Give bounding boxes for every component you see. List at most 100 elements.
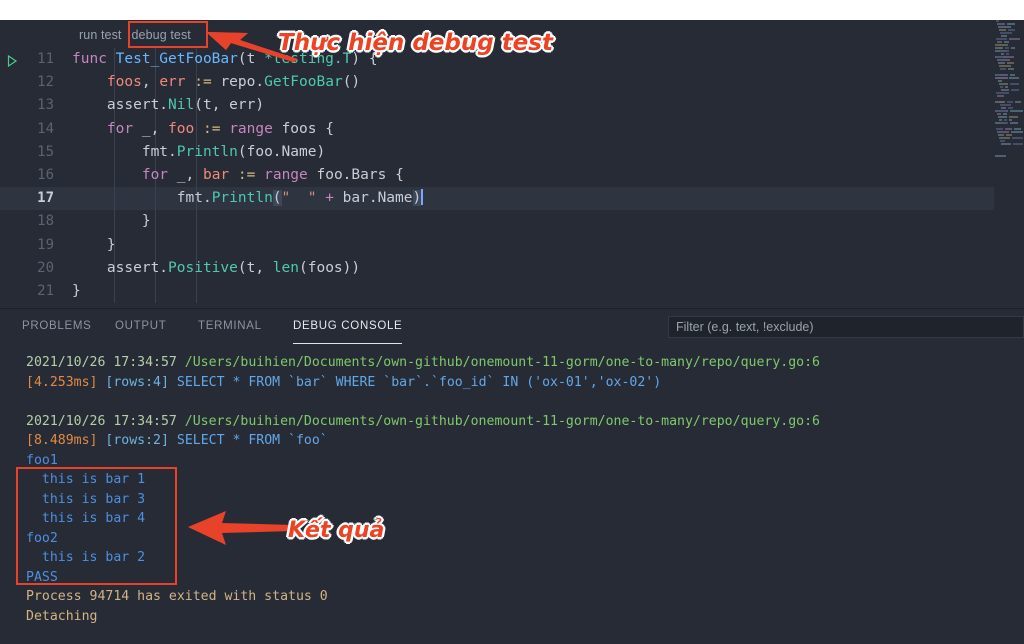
- minimap-token: [1009, 116, 1018, 118]
- tab-output[interactable]: OUTPUT: [115, 309, 166, 344]
- line-number: 11: [37, 51, 54, 67]
- code-line[interactable]: 15 fmt.Println(foo.Name): [0, 140, 1024, 164]
- minimap-token: [1008, 68, 1014, 70]
- minimap-token: [1003, 74, 1008, 76]
- indent-guide: [196, 210, 197, 234]
- minimap-token: [1000, 122, 1008, 124]
- code-text: fmt.Println(" " + bar.Name): [72, 189, 423, 207]
- minimap-token: [1010, 122, 1018, 124]
- line-number: 15: [37, 143, 54, 160]
- code-line[interactable]: 16 for _, bar := range foo.Bars {: [0, 163, 1024, 188]
- minimap-token: [1000, 50, 1009, 52]
- console-token: Process 94714 has exited with status 0: [26, 589, 328, 604]
- code-text: }: [72, 282, 81, 299]
- console-line: Process 94714 has exited with status 0: [26, 587, 1024, 607]
- indent-guide: [155, 279, 156, 304]
- console-token: foo1: [26, 452, 58, 468]
- minimap-token: [997, 23, 1005, 25]
- tab-problems[interactable]: PROBLEMS: [22, 309, 92, 344]
- highlight-box-result: [16, 467, 177, 585]
- minimap-token: [1000, 104, 1011, 106]
- console-token: SELECT * FROM `foo`: [168, 433, 328, 448]
- console-token: Detaching: [26, 608, 98, 624]
- indent-guide: [114, 279, 115, 304]
- console-line: 2021/10/26 17:34:57 /Users/buihien/Docum…: [26, 353, 1024, 373]
- minimap-token: [1000, 140, 1005, 142]
- line-number: 14: [37, 120, 54, 137]
- minimap-token: [1009, 119, 1012, 121]
- minimap-token: [1014, 128, 1021, 130]
- minimap-token: [998, 80, 1002, 82]
- minimap-token: [1007, 62, 1014, 64]
- code-line[interactable]: 20 assert.Positive(t, len(foos)): [0, 256, 1024, 280]
- minimap-token: [999, 29, 1006, 31]
- code-lines[interactable]: 11 func Test_GetFooBar(t *testing.T) {12 …: [0, 48, 1024, 308]
- minimap-row: [994, 143, 1024, 146]
- highlight-box-debug-test: [128, 21, 208, 48]
- code-line[interactable]: 17 fmt.Println(" " + bar.Name): [0, 187, 1024, 211]
- code-line[interactable]: 18 }: [0, 210, 1024, 234]
- minimap-token: [1006, 53, 1009, 55]
- editor-minimap[interactable]: [994, 20, 1024, 308]
- indent-guide: [155, 233, 156, 257]
- tab-debug-console[interactable]: DEBUG CONSOLE: [293, 309, 403, 344]
- minimap-token: [1007, 23, 1015, 25]
- code-editor: run test debug test 11 func Test_GetFooBa…: [0, 20, 1024, 308]
- console-token: 2021/10/26 17:34:57: [26, 355, 185, 370]
- screenshot-root: run test debug test 11 func Test_GetFooBa…: [0, 0, 1024, 644]
- minimap-token: [1005, 128, 1012, 130]
- code-line[interactable]: 13 assert.Nil(t, err): [0, 94, 1024, 118]
- console-line: 2021/10/26 17:34:57 /Users/buihien/Docum…: [26, 412, 1024, 432]
- minimap-token: [996, 110, 1006, 112]
- minimap-token: [1005, 47, 1009, 49]
- minimap-token: [1007, 101, 1013, 103]
- minimap-token: [995, 155, 1006, 157]
- minimap-token: [998, 116, 1007, 118]
- minimap-token: [997, 95, 1004, 97]
- code-text: for _, bar := range foo.Bars {: [141, 166, 404, 183]
- code-line[interactable]: 14 for _, foo := range foos {: [0, 117, 1024, 141]
- code-text: foos, err := repo.GetFooBar(): [106, 74, 361, 91]
- minimap-token: [999, 65, 1011, 67]
- minimap-token: [996, 74, 1001, 76]
- minimap-token: [999, 137, 1010, 139]
- callout-result: Kết quả: [288, 518, 385, 543]
- code-text: assert.Positive(t, len(foos)): [72, 259, 361, 276]
- code-line[interactable]: 21}: [0, 279, 1024, 304]
- minimap-token: [1010, 83, 1019, 85]
- minimap-token: [1011, 47, 1015, 49]
- minimap-token: [997, 113, 1001, 115]
- minimap-token: [1001, 53, 1004, 55]
- minimap-token: [996, 20, 999, 22]
- code-line[interactable]: 12 foos, err := repo.GetFooBar(): [0, 71, 1024, 95]
- codelens-run-test[interactable]: run test: [74, 28, 127, 42]
- code-text: fmt.Println(foo.Name): [72, 143, 326, 160]
- console-token: [4.253ms]: [26, 374, 106, 390]
- minimap-token: [1009, 77, 1019, 79]
- minimap-token: [997, 77, 1007, 79]
- minimap-token: [1013, 143, 1023, 145]
- line-number: 18: [37, 213, 54, 230]
- console-token: /Users/buihien/Documents/own-github/onem…: [184, 413, 820, 429]
- minimap-token: [1001, 143, 1011, 145]
- console-token: SELECT * FROM `bar` WHERE `bar`.`foo_id`…: [168, 374, 662, 390]
- minimap-token: [1008, 29, 1015, 31]
- minimap-token: [1006, 56, 1014, 58]
- window-top-strip: [0, 0, 1024, 20]
- filter-input[interactable]: Filter (e.g. text, !exclude): [668, 316, 1024, 338]
- minimap-token: [1004, 119, 1007, 121]
- line-number: 21: [37, 282, 54, 299]
- minimap-token: [1001, 89, 1009, 91]
- minimap-token: [999, 101, 1005, 103]
- minimap-token: [997, 41, 1002, 43]
- minimap-token: [1000, 32, 1012, 34]
- console-token: 2021/10/26 17:34:57: [26, 413, 185, 429]
- code-line[interactable]: 19 }: [0, 233, 1024, 257]
- console-token: [rows:4]: [105, 374, 169, 390]
- minimap-token: [1004, 41, 1009, 43]
- tab-terminal[interactable]: TERMINAL: [198, 309, 262, 344]
- console-line: Detaching: [26, 607, 1024, 627]
- minimap-token: [998, 62, 1005, 64]
- minimap-token: [999, 119, 1002, 121]
- minimap-token: [1006, 134, 1012, 136]
